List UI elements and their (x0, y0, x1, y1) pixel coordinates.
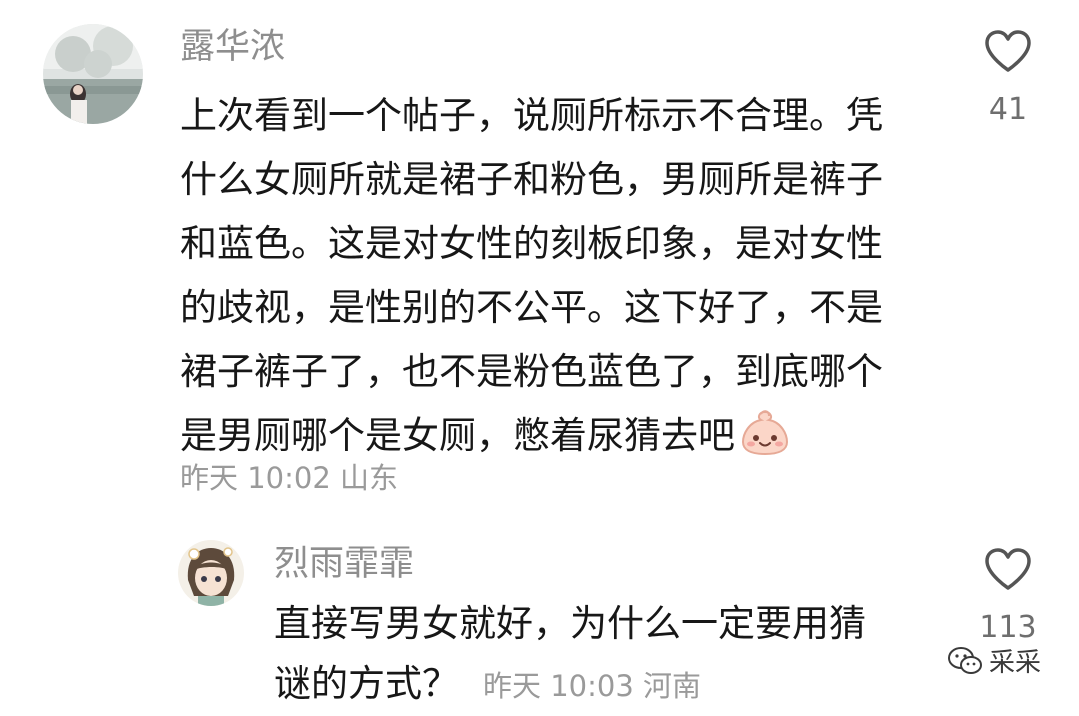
username[interactable]: 露华浓 (180, 25, 285, 69)
wechat-icon (947, 646, 982, 674)
avatar-illustration-icon (178, 540, 244, 606)
comment-meta: 昨天 10:02 山东 (180, 461, 399, 495)
comment-meta: 昨天 10:03 河南 (483, 669, 702, 703)
heart-icon (985, 30, 1031, 72)
heart-icon (985, 548, 1031, 590)
comment-line-text: 谜的方式？ (274, 662, 459, 705)
comment-line: 上次看到一个帖子，说厕所标示不合理。凭 (180, 94, 883, 137)
comment-text: 上次看到一个帖子，说厕所标示不合理。凭 什么女厕所就是裙子和粉色，男厕所是裤子 … (180, 84, 940, 476)
watermark: 采采 (947, 642, 1041, 679)
avatar[interactable] (43, 24, 143, 124)
comment-text: 直接写男女就好，为什么一定要用猜 谜的方式？ 昨天 10:03 河南 (274, 594, 954, 716)
comment-line: 的歧视，是性别的不公平。这下好了，不是 (180, 286, 883, 329)
like-button[interactable]: 113 (968, 546, 1048, 645)
smiling-dumpling-icon (739, 408, 791, 476)
comment-line: 和蓝色。这是对女性的刻板印象，是对女性 (180, 222, 883, 265)
comment-line: 什么女厕所就是裙子和粉色，男厕所是裤子 (180, 158, 883, 201)
like-count: 113 (979, 610, 1037, 645)
comment-line-text: 是男厕哪个是女厕，憋着尿猜去吧 (180, 414, 735, 457)
avatar[interactable] (178, 540, 244, 606)
comment-line: 裙子裤子了，也不是粉色蓝色了，到底哪个 (180, 350, 883, 393)
comment-2: 烈雨霏霏 直接写男女就好，为什么一定要用猜 谜的方式？ 昨天 10:03 河南 1… (0, 520, 1079, 713)
comment-line: 谜的方式？ 昨天 10:03 河南 (274, 654, 954, 716)
comment-1: 露华浓 上次看到一个帖子，说厕所标示不合理。凭 什么女厕所就是裙子和粉色，男厕所… (0, 0, 1079, 520)
like-button[interactable]: 41 (968, 28, 1048, 127)
watermark-text: 采采 (988, 648, 1041, 678)
avatar-photo-icon (43, 24, 143, 124)
comment-line: 直接写男女就好，为什么一定要用猜 (274, 602, 866, 645)
like-count: 41 (988, 92, 1028, 127)
username[interactable]: 烈雨霏霏 (274, 542, 414, 586)
